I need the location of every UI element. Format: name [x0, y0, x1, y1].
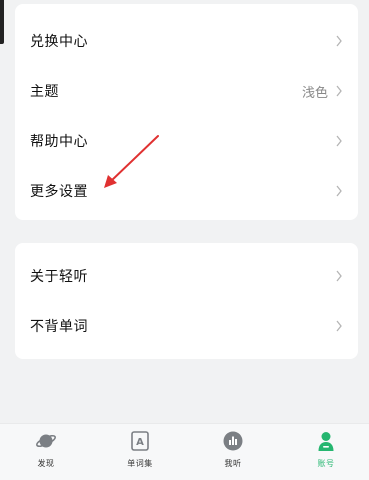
nav-label: 单词集 — [127, 459, 153, 468]
row-more-settings[interactable]: 更多设置 — [15, 166, 358, 216]
bottom-nav: 发现 A 单词集 我听 账号 — [0, 423, 369, 480]
row-help-center[interactable]: 帮助中心 — [15, 116, 358, 166]
about-card: 关于轻听 不背单词 — [15, 243, 358, 359]
chevron-right-icon — [336, 35, 342, 47]
row-label: 更多设置 — [30, 184, 88, 200]
chevron-right-icon — [336, 85, 342, 97]
audio-bars-icon — [223, 431, 243, 451]
nav-my-listening[interactable]: 我听 — [197, 428, 269, 476]
settings-screen: 兑换中心 主题 浅色 帮助中心 更多设置 关于轻听 不背单词 发现 A 单词集 … — [0, 0, 369, 480]
row-theme[interactable]: 主题 浅色 — [15, 66, 358, 116]
row-label: 不背单词 — [30, 319, 88, 335]
planet-icon — [36, 434, 56, 448]
nav-account[interactable]: 账号 — [290, 428, 362, 476]
theme-value: 浅色 — [301, 85, 328, 101]
nav-label: 账号 — [317, 459, 335, 468]
nav-word-sets[interactable]: A 单词集 — [104, 428, 176, 476]
row-label: 帮助中心 — [30, 134, 88, 150]
settings-card: 兑换中心 主题 浅色 帮助中心 更多设置 — [15, 4, 358, 220]
nav-discover[interactable]: 发现 — [10, 428, 82, 476]
row-label: 兑换中心 — [30, 34, 88, 50]
screen-edge-marker — [0, 0, 4, 44]
row-bubei-words[interactable]: 不背单词 — [15, 301, 358, 351]
svg-text:A: A — [136, 437, 144, 448]
nav-label: 发现 — [37, 459, 55, 468]
chevron-right-icon — [336, 135, 342, 147]
row-redeem-center[interactable]: 兑换中心 — [15, 16, 358, 66]
chevron-right-icon — [336, 185, 342, 197]
nav-label: 我听 — [224, 459, 242, 468]
row-label: 主题 — [30, 84, 59, 100]
chevron-right-icon — [336, 270, 342, 282]
row-label: 关于轻听 — [30, 269, 88, 285]
row-about[interactable]: 关于轻听 — [15, 251, 358, 301]
word-book-icon: A — [131, 431, 149, 451]
chevron-right-icon — [336, 320, 342, 332]
account-icon — [318, 432, 334, 451]
